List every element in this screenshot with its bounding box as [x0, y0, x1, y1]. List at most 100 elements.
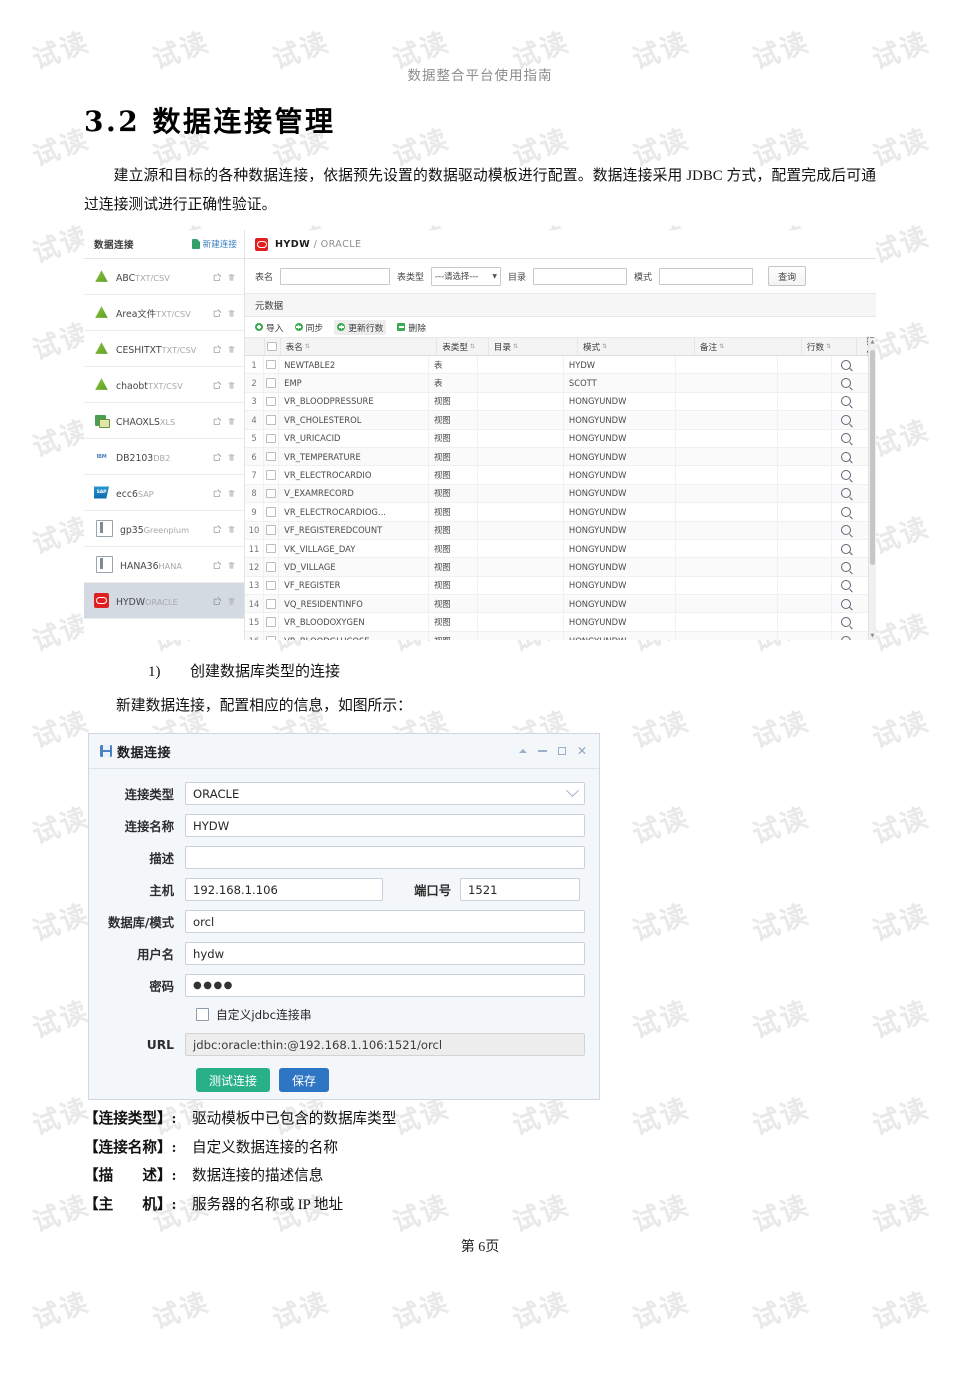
- edit-icon[interactable]: [213, 488, 222, 498]
- description-input[interactable]: [185, 846, 585, 869]
- trash-icon[interactable]: [227, 596, 236, 606]
- view-icon[interactable]: [840, 396, 851, 407]
- view-icon[interactable]: [840, 617, 851, 628]
- row-checkbox-cell[interactable]: [264, 392, 280, 411]
- row-checkbox[interactable]: [266, 433, 276, 443]
- row-checkbox-cell[interactable]: [264, 558, 280, 576]
- view-icon[interactable]: [840, 598, 851, 609]
- row-checkbox[interactable]: [266, 415, 276, 425]
- table-row[interactable]: 13VF_REGISTER视图HONGYUNDW✕: [245, 576, 876, 596]
- row-checkbox[interactable]: [266, 525, 276, 535]
- table-row[interactable]: 8V_EXAMRECORD视图HONGYUNDW✕: [245, 484, 876, 504]
- collapse-icon[interactable]: [518, 749, 527, 753]
- row-checkbox[interactable]: [266, 507, 276, 517]
- row-checkbox-cell[interactable]: [264, 447, 280, 466]
- new-connection-button[interactable]: 新建连接: [191, 238, 237, 250]
- scrollbar-thumb[interactable]: [870, 350, 875, 565]
- view-icon[interactable]: [840, 580, 851, 591]
- row-checkbox-cell[interactable]: [264, 595, 280, 613]
- grid-col-name[interactable]: 表名 ⇅: [281, 338, 438, 355]
- table-row[interactable]: 3VR_BLOODPRESSURE视图HONGYUNDW✕: [245, 392, 876, 412]
- edit-icon[interactable]: [213, 452, 222, 462]
- row-checkbox[interactable]: [266, 617, 276, 627]
- connection-type-select[interactable]: ORACLE: [185, 782, 585, 805]
- row-checkbox[interactable]: [266, 488, 276, 499]
- table-row[interactable]: 10VF_REGISTEREDCOUNT视图HONGYUNDW✕: [245, 521, 876, 540]
- minimize-icon[interactable]: [537, 750, 547, 752]
- row-checkbox-cell[interactable]: [264, 374, 280, 392]
- view-icon[interactable]: [840, 470, 851, 481]
- custom-jdbc-checkbox-row[interactable]: 自定义jdbc连接串: [196, 1006, 585, 1023]
- connection-item-hydw[interactable]: HYDWORACLE: [84, 583, 244, 619]
- grid-col-rowcount[interactable]: 行数 ⇅: [802, 338, 858, 355]
- table-row[interactable]: 2EMP表SCOTT✕: [245, 374, 876, 393]
- row-checkbox[interactable]: [266, 543, 276, 554]
- view-icon[interactable]: [840, 488, 851, 499]
- view-icon[interactable]: [840, 543, 851, 554]
- row-checkbox[interactable]: [266, 562, 276, 572]
- edit-icon[interactable]: [213, 524, 222, 534]
- edit-icon[interactable]: [213, 272, 222, 282]
- connection-item-ceshitxt[interactable]: CESHITXTTXT/CSV: [84, 331, 244, 367]
- table-row[interactable]: 16VR_BLOODGLUCOSE视图HONGYUNDW✕: [245, 631, 876, 640]
- row-checkbox[interactable]: [266, 635, 276, 640]
- scroll-up-icon[interactable]: ▲: [871, 339, 875, 345]
- trash-icon[interactable]: [227, 416, 236, 426]
- view-icon[interactable]: [840, 525, 851, 536]
- grid-col-schema[interactable]: 模式 ⇅: [578, 338, 695, 355]
- table-row[interactable]: 4VR_CHOLESTEROL视图HONGYUNDW✕: [245, 411, 876, 430]
- row-checkbox-cell[interactable]: [264, 576, 280, 595]
- table-row[interactable]: 9VR_ELECTROCARDIOG...视图HONGYUNDW✕: [245, 503, 876, 522]
- grid-col-select[interactable]: [265, 338, 281, 355]
- row-checkbox[interactable]: [266, 599, 276, 609]
- table-row[interactable]: 6VR_TEMPERATURE视图HONGYUNDW✕: [245, 447, 876, 467]
- connection-item-db2103[interactable]: DB2103DB2: [84, 439, 244, 475]
- row-checkbox-cell[interactable]: [264, 539, 280, 558]
- table-row[interactable]: 7VR_ELECTROCARDIO视图HONGYUNDW✕: [245, 466, 876, 485]
- view-icon[interactable]: [840, 359, 851, 370]
- save-button[interactable]: 保存: [279, 1068, 330, 1092]
- table-row[interactable]: 11VK_VILLAGE_DAY视图HONGYUNDW✕: [245, 539, 876, 559]
- edit-icon[interactable]: [213, 380, 222, 390]
- port-input[interactable]: 1521: [460, 878, 580, 901]
- table-name-input[interactable]: [280, 267, 391, 285]
- select-all-checkbox[interactable]: [267, 341, 277, 352]
- test-connection-button[interactable]: 测试连接: [196, 1068, 271, 1092]
- connection-item-chaoxls[interactable]: CHAOXLSXLS: [84, 403, 244, 439]
- trash-icon[interactable]: [227, 524, 236, 534]
- trash-icon[interactable]: [227, 344, 236, 354]
- table-row[interactable]: 15VR_BLOODOXYGEN视图HONGYUNDW✕: [245, 613, 876, 632]
- row-checkbox-cell[interactable]: [264, 411, 280, 429]
- connection-item-area文件[interactable]: Area文件TXT/CSV: [84, 295, 244, 331]
- table-row[interactable]: 5VR_URICACID视图HONGYUNDW✕: [245, 429, 876, 448]
- row-checkbox-cell[interactable]: [264, 613, 280, 631]
- grid-col-type[interactable]: 表类型 ⇅: [437, 338, 489, 355]
- toolbar-button-4[interactable]: 删除: [397, 321, 426, 334]
- connection-item-gp35[interactable]: gp35Greenplum: [84, 511, 244, 547]
- table-type-select[interactable]: ---请选择--- ▼: [431, 266, 502, 286]
- row-checkbox-cell[interactable]: [264, 429, 280, 447]
- row-checkbox[interactable]: [266, 451, 276, 462]
- table-row[interactable]: 1NEWTABLE2表HYDW✕: [245, 356, 876, 375]
- edit-icon[interactable]: [213, 560, 222, 570]
- row-checkbox-cell[interactable]: [264, 631, 280, 640]
- trash-icon[interactable]: [227, 560, 236, 570]
- row-checkbox-cell[interactable]: [264, 521, 280, 539]
- close-icon[interactable]: ✕: [577, 745, 587, 757]
- grid-col-catalog[interactable]: 目录 ⇅: [489, 338, 578, 355]
- edit-icon[interactable]: [213, 416, 222, 426]
- database-input[interactable]: orcl: [185, 910, 585, 933]
- table-row[interactable]: 14VQ_RESIDENTINFO视图HONGYUNDW✕: [245, 595, 876, 614]
- edit-icon[interactable]: [213, 308, 222, 318]
- view-icon[interactable]: [840, 414, 851, 425]
- toolbar-button-2[interactable]: 同步: [294, 321, 323, 334]
- row-checkbox-cell[interactable]: [264, 466, 280, 484]
- trash-icon[interactable]: [227, 452, 236, 462]
- trash-icon[interactable]: [227, 272, 236, 282]
- row-checkbox[interactable]: [266, 396, 276, 407]
- row-checkbox[interactable]: [266, 470, 276, 480]
- table-row[interactable]: 12VD_VILLAGE视图HONGYUNDW✕: [245, 558, 876, 577]
- row-checkbox[interactable]: [266, 580, 276, 591]
- password-input[interactable]: ●●●●: [185, 974, 585, 997]
- scroll-down-icon[interactable]: ▼: [871, 633, 875, 639]
